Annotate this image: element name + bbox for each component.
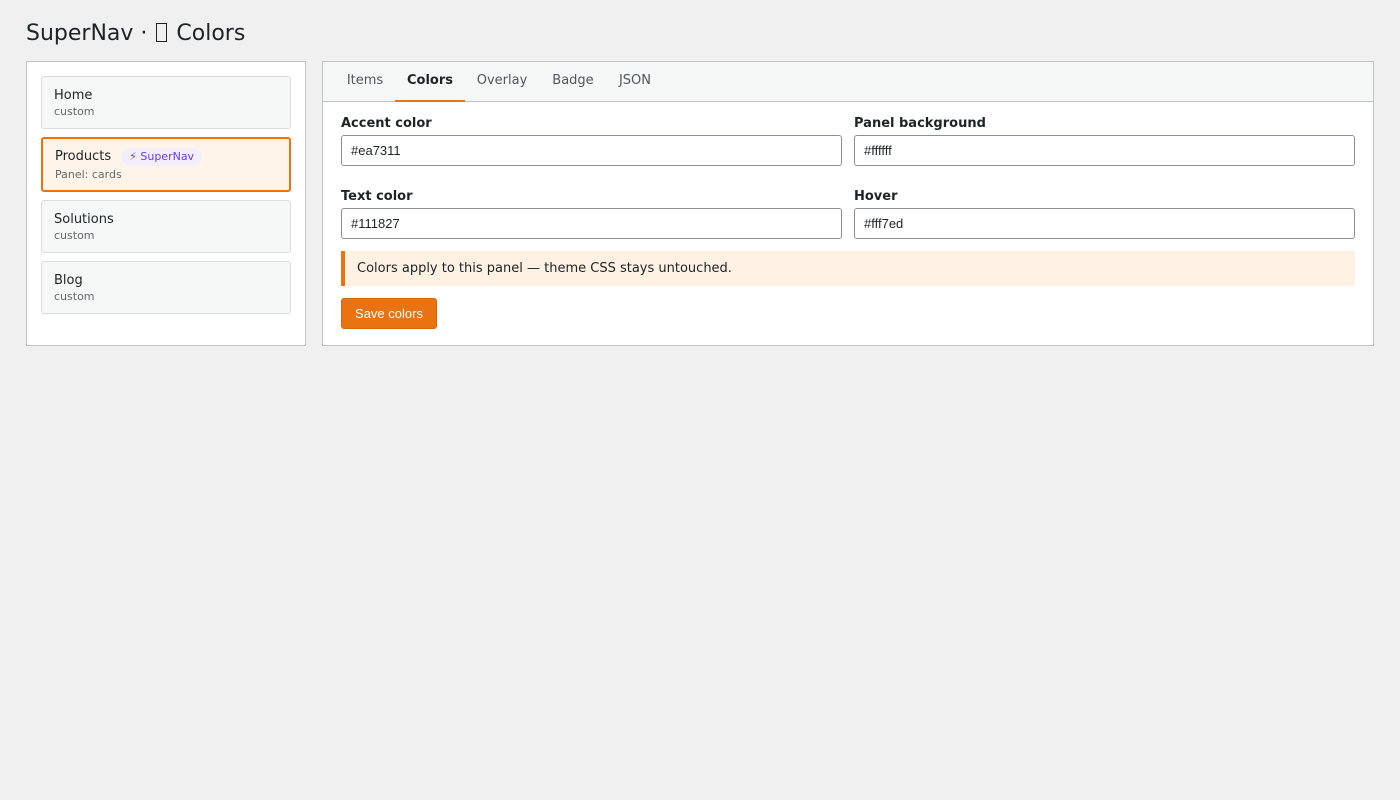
page-title: SuperNav · Colors <box>26 20 245 48</box>
menu-item-name: Blog <box>54 273 83 288</box>
accent-color-label: Accent color <box>341 116 432 131</box>
tab-bar: Items Colors Overlay Badge JSON <box>323 62 1373 102</box>
panel-background-input[interactable] <box>854 135 1355 166</box>
menu-item-blog[interactable]: Blog custom <box>41 261 291 314</box>
menu-item-title-row: Solutions <box>54 211 114 229</box>
tab-json[interactable]: JSON <box>607 62 663 101</box>
page-title-prefix: SuperNav · <box>26 21 155 46</box>
menu-item-name: Products <box>55 149 112 164</box>
menu-item-name: Solutions <box>54 212 114 227</box>
menu-item-name: Home <box>54 88 93 103</box>
menu-item-title-row: Blog <box>54 272 83 290</box>
menu-item-solutions[interactable]: Solutions custom <box>41 200 291 253</box>
menu-item-type: custom <box>54 229 95 242</box>
text-color-input[interactable] <box>341 208 842 239</box>
supernav-badge: ⚡ SuperNav <box>121 148 203 166</box>
panel-background-label: Panel background <box>854 116 986 131</box>
menu-item-products[interactable]: Products ⚡ SuperNav Panel: cards <box>41 137 291 192</box>
accent-color-input[interactable] <box>341 135 842 166</box>
menu-item-type: custom <box>54 105 95 118</box>
menu-item-title-row: Products ⚡ SuperNav <box>55 148 203 166</box>
page-title-suffix: Colors <box>169 21 246 46</box>
menu-item-panel-type: Panel: cards <box>55 168 122 181</box>
menu-items-panel: Home custom Products ⚡ SuperNav Panel: c… <box>26 61 306 346</box>
hover-label: Hover <box>854 189 898 204</box>
tab-colors[interactable]: Colors <box>395 62 465 102</box>
menu-item-type: custom <box>54 290 95 303</box>
tab-items[interactable]: Items <box>335 62 395 101</box>
settings-panel: Items Colors Overlay Badge JSON Accent c… <box>322 61 1374 346</box>
menu-item-home[interactable]: Home custom <box>41 76 291 129</box>
tab-overlay[interactable]: Overlay <box>465 62 539 101</box>
tab-badge[interactable]: Badge <box>539 62 607 101</box>
hover-input[interactable] <box>854 208 1355 239</box>
colors-notice: Colors apply to this panel — theme CSS s… <box>341 251 1355 286</box>
save-colors-button[interactable]: Save colors <box>341 298 437 329</box>
text-color-label: Text color <box>341 189 413 204</box>
menu-item-title-row: Home <box>54 87 92 105</box>
box-icon <box>156 23 168 42</box>
